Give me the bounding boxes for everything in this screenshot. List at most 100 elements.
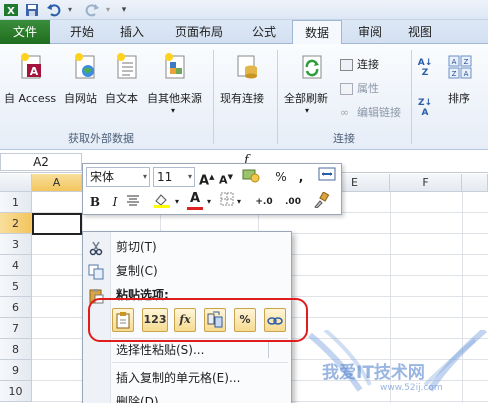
tab-formulas[interactable]: 公式 — [240, 20, 288, 44]
tab-page-layout[interactable]: 页面布局 — [162, 20, 236, 44]
menu-item-delete[interactable]: 删除(D) — [116, 392, 159, 403]
tab-home[interactable]: 开始 — [58, 20, 106, 44]
redo-dropdown-icon[interactable]: ▾ — [100, 2, 116, 18]
chevron-down-icon[interactable]: ▾ — [173, 192, 181, 212]
merge-center-icon — [318, 167, 336, 181]
edit-links-button[interactable]: ∞ 编辑链接 — [340, 104, 401, 120]
row-header-7[interactable]: 7 — [0, 318, 32, 339]
row-header-5[interactable]: 5 — [0, 276, 32, 297]
group-separator — [277, 50, 278, 144]
name-box[interactable]: A2 — [0, 153, 82, 171]
active-cell-a2[interactable] — [32, 213, 82, 235]
ribbon-tabs: 文件 开始 插入 页面布局 公式 数据 审阅 视图 — [0, 20, 488, 45]
row-header-4[interactable]: 4 — [0, 255, 32, 276]
borders-icon — [220, 192, 234, 206]
link-icon: ∞ — [340, 106, 350, 119]
group-separator — [411, 50, 412, 144]
undo-dropdown-icon[interactable]: ▾ — [62, 2, 78, 18]
copy-icon — [88, 264, 104, 280]
format-painter-table-button[interactable] — [317, 167, 337, 187]
group-label-get-external: 获取外部数据 — [68, 132, 134, 145]
menu-item-insert-copied-cells[interactable]: 插入复制的单元格(E)... — [116, 368, 240, 388]
edit-links-label: 编辑链接 — [357, 106, 401, 119]
increase-decimal-button[interactable]: +.0 — [253, 192, 275, 212]
sort-asc-button[interactable]: A↓ Z — [416, 58, 434, 78]
from-access-button[interactable]: A — [14, 52, 48, 80]
undo-icon[interactable] — [46, 2, 62, 18]
tab-data[interactable]: 数据 — [292, 20, 342, 45]
quick-access-toolbar: X ▾ ▾ ▾ — [0, 0, 488, 20]
borders-button[interactable] — [219, 192, 235, 212]
sort-desc-button[interactable]: Z↓ A — [416, 98, 434, 118]
font-name-select[interactable]: 宋体 ▾ — [86, 167, 150, 187]
svg-text:A: A — [464, 70, 469, 78]
access-icon: A — [21, 53, 41, 79]
row-header-6[interactable]: 6 — [0, 297, 32, 318]
row-header-10[interactable]: 10 — [0, 381, 32, 402]
font-size-select[interactable]: 11 ▾ — [153, 167, 195, 187]
row-header-2[interactable]: 2 — [0, 213, 32, 234]
tab-view[interactable]: 视图 — [396, 20, 444, 44]
text-file-icon — [117, 53, 137, 79]
redo-icon[interactable] — [84, 2, 100, 18]
menu-item-copy[interactable]: 复制(C) — [116, 261, 158, 281]
existing-connections-label: 现有连接 — [220, 92, 264, 105]
grow-font-button[interactable]: A▲ — [199, 167, 214, 188]
percent-button[interactable]: % — [273, 167, 289, 187]
accounting-format-button[interactable] — [241, 167, 261, 187]
from-web-label: 自网站 — [64, 92, 97, 105]
font-size-value: 11 — [157, 170, 173, 184]
decrease-decimal-button[interactable]: .00 — [281, 192, 305, 212]
select-all-corner[interactable] — [0, 174, 32, 192]
from-other-sources-label: 自其他来源 — [147, 92, 202, 105]
row-header-3[interactable]: 3 — [0, 234, 32, 255]
svg-text:A: A — [30, 65, 39, 78]
bold-button[interactable]: B — [87, 192, 103, 212]
connections-button[interactable]: 连接 — [340, 56, 379, 72]
from-web-button[interactable] — [68, 52, 102, 80]
row-header-1[interactable]: 1 — [0, 192, 32, 213]
fill-color-button[interactable] — [151, 192, 173, 212]
shrink-font-button[interactable]: A▼ — [219, 167, 233, 187]
tab-file[interactable]: 文件 — [0, 20, 50, 44]
refresh-all-button[interactable] — [295, 52, 329, 80]
format-painter-button[interactable] — [311, 191, 331, 212]
chevron-down-icon[interactable]: ▾ — [235, 192, 243, 212]
customize-icon[interactable]: ▾ — [116, 2, 132, 18]
italic-button[interactable]: I — [107, 192, 123, 212]
from-text-label: 自文本 — [105, 92, 138, 105]
from-text-button[interactable] — [110, 52, 144, 80]
shrink-font-icon: A — [219, 173, 228, 187]
properties-button[interactable]: 属性 — [340, 80, 379, 96]
fill-color-icon — [154, 194, 170, 208]
properties-label: 属性 — [357, 82, 379, 95]
comma-button[interactable]: , — [295, 167, 307, 187]
svg-text:Z: Z — [452, 70, 457, 78]
font-color-button[interactable]: A — [187, 190, 203, 210]
svg-text:A: A — [452, 58, 457, 66]
sort-button[interactable]: A Z Z A — [445, 52, 475, 80]
properties-icon — [340, 83, 353, 95]
chevron-down-icon: ▾ — [142, 172, 147, 181]
column-header-g[interactable] — [462, 174, 488, 192]
group-label-connections: 连接 — [333, 132, 355, 145]
row-header-9[interactable]: 9 — [0, 360, 32, 381]
mini-toolbar: 宋体 ▾ 11 ▾ A▲ A▼ % , B I ▾ A ▾ ▾ +.0 .00 — [82, 163, 342, 215]
column-header-f[interactable]: F — [390, 174, 462, 192]
align-center-button[interactable] — [125, 192, 141, 212]
font-name-value: 宋体 — [90, 170, 115, 184]
connections-label: 连接 — [357, 58, 379, 71]
chevron-down-icon[interactable]: ▾ — [205, 192, 213, 212]
chevron-down-icon[interactable]: ▾ — [305, 106, 309, 115]
row-header-8[interactable]: 8 — [0, 339, 32, 360]
from-other-sources-button[interactable] — [158, 52, 192, 80]
sort-label: 排序 — [448, 92, 470, 105]
save-icon[interactable] — [24, 2, 40, 18]
chevron-down-icon[interactable]: ▾ — [171, 106, 175, 115]
menu-item-cut[interactable]: 剪切(T) — [116, 237, 157, 257]
tab-insert[interactable]: 插入 — [108, 20, 156, 44]
tab-review[interactable]: 审阅 — [346, 20, 394, 44]
existing-connections-button[interactable] — [230, 52, 264, 80]
column-header-a[interactable]: A — [32, 174, 82, 192]
menu-item-paste-special[interactable]: 选择性粘贴(S)... — [116, 340, 204, 360]
